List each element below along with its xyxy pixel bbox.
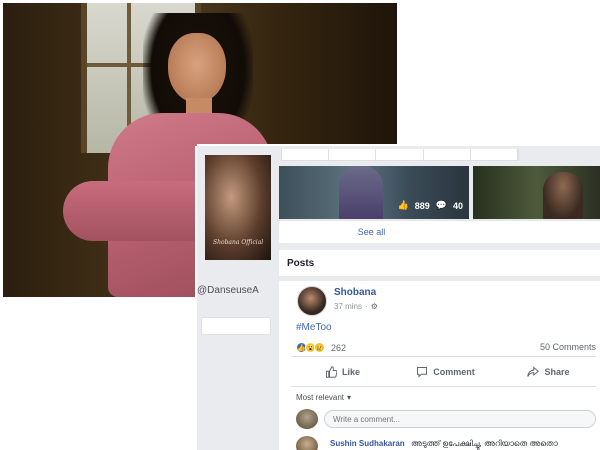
author-avatar[interactable] (297, 286, 327, 316)
video-comment-count: 40 (452, 200, 463, 211)
see-all-bar: See all (279, 220, 600, 243)
comment-bubble-icon: 💬 (435, 200, 447, 210)
share-button[interactable]: Share (497, 361, 600, 383)
divider (291, 356, 596, 357)
video-thumbnails: 👍 889 💬 40 (279, 166, 600, 220)
comment-input[interactable] (324, 410, 596, 428)
comment-label: Comment (433, 367, 475, 377)
thumbs-up-icon: 👍 (397, 200, 409, 210)
person-figure (543, 172, 583, 219)
video-like-count: 889 (414, 200, 430, 211)
posts-section-title: Posts (287, 258, 315, 269)
share-label: Share (544, 367, 570, 377)
comment-sort-dropdown[interactable]: Most relevant ▾ (296, 393, 351, 402)
comment-button[interactable]: Comment (394, 361, 497, 383)
divider (291, 386, 596, 387)
like-label: Like (341, 367, 360, 377)
post-author-name[interactable]: Shobana (334, 287, 376, 298)
share-arrow-icon (527, 366, 540, 377)
left-column-box (201, 317, 271, 335)
comment-count-link[interactable]: 50 Comments (540, 342, 596, 352)
page-profile-picture[interactable]: Shobana Official (205, 155, 271, 260)
face-shape (168, 33, 226, 103)
photo-tabs-strip (281, 149, 519, 161)
post-actions: Like Comment Share (291, 361, 600, 383)
posts-card: Posts Shobana 37 mins · ⚙ #MeToo 👍 😮 😢 2… (279, 250, 600, 450)
post-time[interactable]: 37 mins (334, 302, 362, 311)
divider (279, 276, 600, 281)
like-button[interactable]: Like (291, 361, 394, 383)
separator-dot: · (365, 302, 368, 311)
right-column: 👍 889 💬 40 See all Posts Shobana 37 mins… (279, 146, 600, 450)
reactions-summary[interactable]: 👍 😮 😢 262 (296, 342, 346, 353)
comment-text: അടുത്ത് ഉപേക്ഷിച്ചു, അറിയാതെ അതൊ (411, 439, 558, 448)
reaction-count: 262 (331, 342, 347, 353)
audience-gear-icon[interactable]: ⚙ (371, 302, 378, 311)
caret-down-icon: ▾ (347, 393, 352, 402)
comment-item: Sushin Sudhakaran അടുത്ത് ഉപേക്ഷിച്ചു, അ… (296, 436, 600, 450)
viewer-avatar (296, 409, 318, 429)
dancer-figure (339, 166, 383, 219)
sort-label: Most relevant (296, 393, 345, 402)
post-hashtag[interactable]: #MeToo (296, 322, 332, 333)
thumbs-up-icon (325, 366, 337, 378)
commenter-name[interactable]: Sushin Sudhakaran (330, 439, 405, 448)
page-username[interactable]: @DanseuseA (197, 285, 277, 296)
video-stats: 👍 889 💬 40 (398, 200, 463, 211)
profile-signature: Shobana Official (213, 239, 264, 246)
post-timestamp: 37 mins · ⚙ (334, 302, 378, 311)
write-comment-row (296, 408, 596, 430)
see-all-link[interactable]: See all (279, 227, 464, 237)
facebook-page-screenshot: Shobana Official @DanseuseA 👍 889 💬 40 S… (197, 146, 600, 450)
video-thumbnail[interactable]: 👍 889 💬 40 (279, 166, 469, 219)
video-thumbnail[interactable] (473, 166, 600, 219)
commenter-avatar[interactable] (296, 436, 318, 450)
comment-icon (417, 367, 428, 378)
sad-reaction-icon: 😢 (314, 342, 325, 353)
